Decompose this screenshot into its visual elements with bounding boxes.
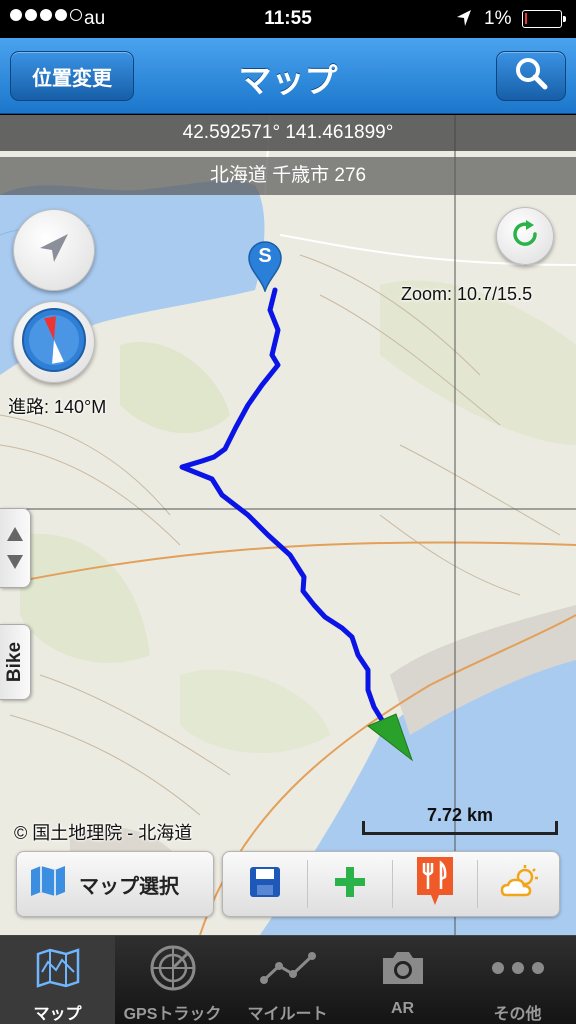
tab-ar-label: AR — [390, 1000, 415, 1017]
start-marker[interactable]: S — [247, 240, 283, 294]
refresh-button[interactable] — [496, 207, 554, 265]
map-view[interactable]: S 進路: 140°M Zoom: 10.7/15.5 Bike © 国土地理院… — [0, 115, 576, 935]
location-mode-button[interactable] — [13, 209, 95, 291]
location-services-icon — [456, 9, 472, 33]
add-button[interactable] — [308, 852, 392, 916]
weather-button[interactable] — [478, 852, 562, 916]
route-icon — [230, 944, 345, 992]
tab-more-label: その他 — [493, 1006, 542, 1023]
map-icon — [0, 944, 115, 992]
add-icon — [333, 865, 367, 904]
refresh-icon — [509, 218, 541, 255]
map-icon — [29, 864, 67, 904]
tab-more[interactable]: その他 — [460, 936, 575, 1024]
restaurant-button[interactable] — [393, 852, 477, 916]
camera-icon — [345, 944, 460, 992]
tab-gps-track[interactable]: GPSトラック — [115, 936, 230, 1024]
save-icon — [248, 865, 282, 904]
map-attribution: © 国土地理院 - 北海道 — [14, 823, 193, 843]
battery-icon — [522, 10, 566, 28]
activity-mode-tab[interactable]: Bike — [0, 624, 31, 700]
tab-gps-track-label: GPSトラック — [123, 1006, 222, 1023]
compass-button[interactable] — [13, 301, 95, 383]
navigation-bar: 位置変更 マップ — [0, 38, 576, 114]
tab-my-route[interactable]: マイルート — [230, 936, 345, 1024]
tab-ar[interactable]: AR — [345, 936, 460, 1024]
address-bar: 北海道 千歳市 276 — [0, 157, 576, 195]
map-layer-toggle[interactable] — [0, 508, 31, 588]
more-icon — [460, 944, 575, 992]
map-select-button[interactable]: マップ選択 — [16, 851, 214, 917]
search-button[interactable] — [496, 51, 566, 101]
heading-readout: 進路: 140°M — [8, 397, 107, 417]
search-icon — [513, 55, 549, 97]
weather-icon — [500, 864, 540, 904]
tab-map-label: マップ — [33, 1006, 82, 1023]
start-marker-label: S — [258, 245, 272, 267]
map-select-label: マップ選択 — [79, 875, 179, 898]
restaurant-icon — [413, 855, 457, 914]
navigation-arrow-icon — [34, 228, 74, 273]
status-bar: au 11:55 1% — [0, 0, 576, 38]
compass-icon — [21, 307, 87, 378]
radar-icon — [115, 944, 230, 992]
tab-my-route-label: マイルート — [247, 1006, 328, 1023]
tab-map[interactable]: マップ — [0, 936, 115, 1024]
map-action-group — [222, 851, 560, 917]
up-down-arrows-icon — [6, 523, 24, 578]
page-title: マップ — [238, 62, 338, 99]
end-direction-arrow — [366, 712, 416, 767]
tab-bar: マップ GPSトラック マイルート AR その他 — [0, 935, 576, 1024]
coordinates-bar: 42.592571° 141.461899° — [0, 115, 576, 151]
scale-bar: 7.72 km — [360, 805, 560, 835]
zoom-readout: Zoom: 10.7/15.5 — [401, 284, 533, 304]
battery-percentage: 1% — [484, 8, 512, 29]
activity-mode-label: Bike — [4, 641, 25, 683]
save-button[interactable] — [223, 852, 307, 916]
